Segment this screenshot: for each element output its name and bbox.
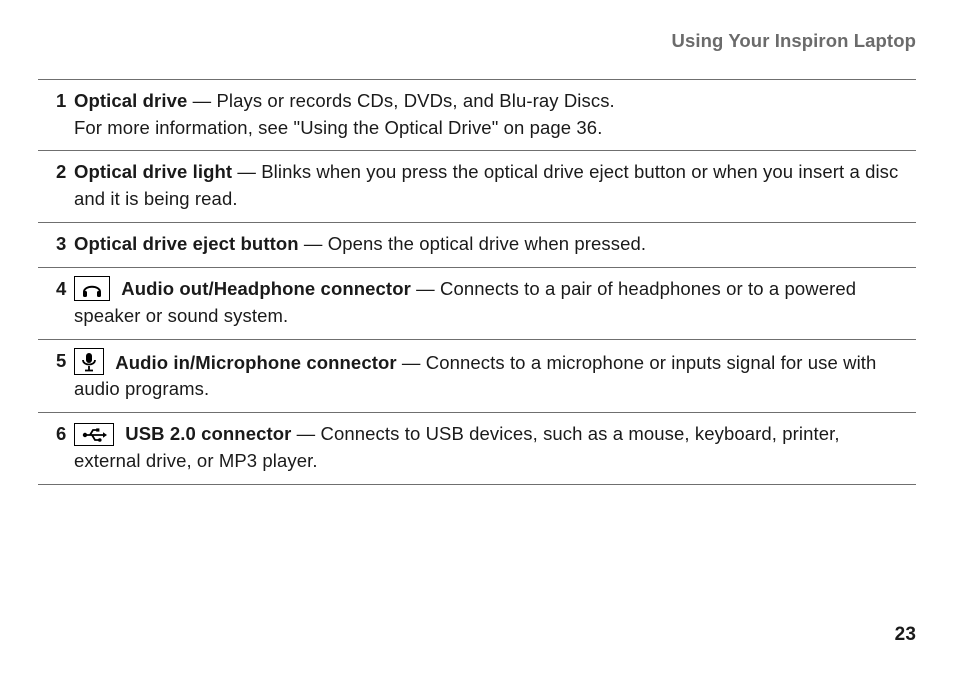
- table-row: 2 Optical drive light — Blinks when you …: [38, 151, 916, 223]
- term: Audio out/Headphone connector: [121, 278, 411, 299]
- row-number: 5: [38, 339, 74, 413]
- page-number: 23: [895, 621, 916, 649]
- table-row: 4 Audio out/Headphone connector — Connec…: [38, 267, 916, 339]
- table-row: 3 Optical drive eject button — Opens the…: [38, 223, 916, 268]
- row-text: Optical drive light — Blinks when you pr…: [74, 159, 910, 213]
- headphone-icon: [74, 276, 110, 301]
- row-text: USB 2.0 connector — Connects to USB devi…: [74, 421, 910, 475]
- feature-table: 1 Optical drive — Plays or records CDs, …: [38, 79, 916, 485]
- table-row: 5 Audio in/Microphone connector — Connec…: [38, 339, 916, 413]
- row-extra: For more information, see "Using the Opt…: [74, 115, 910, 142]
- row-number: 4: [38, 267, 74, 339]
- description: — Opens the optical drive when pressed.: [299, 233, 646, 254]
- row-number: 1: [38, 79, 74, 151]
- row-number: 2: [38, 151, 74, 223]
- usb-icon: [74, 423, 114, 446]
- term: Optical drive eject button: [74, 233, 299, 254]
- description: — Plays or records CDs, DVDs, and Blu-ra…: [187, 90, 614, 111]
- row-text: Optical drive eject button — Opens the o…: [74, 231, 910, 258]
- row-text: Audio out/Headphone connector — Connects…: [74, 276, 910, 330]
- row-number: 6: [38, 413, 74, 485]
- table-row: 6: [38, 413, 916, 485]
- term: Optical drive light: [74, 161, 232, 182]
- term: USB 2.0 connector: [125, 423, 291, 444]
- table-row: 1 Optical drive — Plays or records CDs, …: [38, 79, 916, 151]
- page-header: Using Your Inspiron Laptop: [38, 28, 916, 55]
- row-number: 3: [38, 223, 74, 268]
- row-text: Optical drive — Plays or records CDs, DV…: [74, 88, 910, 115]
- row-text: Audio in/Microphone connector — Connects…: [74, 348, 910, 404]
- microphone-icon: [74, 348, 104, 375]
- term: Optical drive: [74, 90, 187, 111]
- term: Audio in/Microphone connector: [115, 352, 396, 373]
